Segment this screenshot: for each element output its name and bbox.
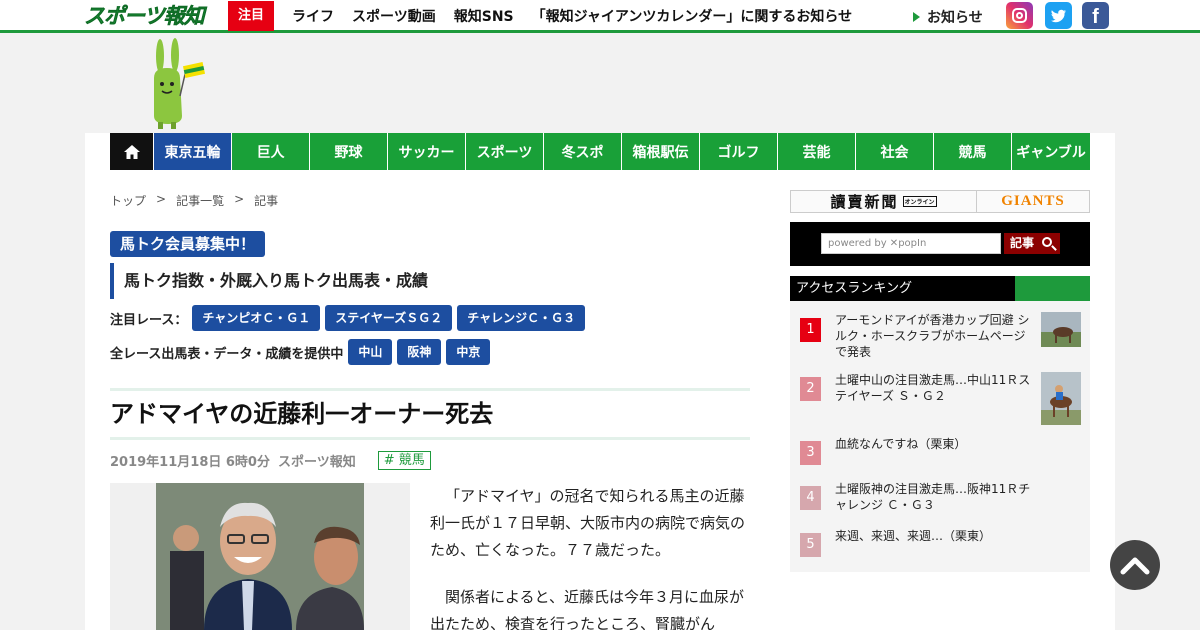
search-button[interactable]: 記事 bbox=[1004, 233, 1060, 254]
breadcrumb: トップ > 記事一覧 > 記事 bbox=[110, 192, 288, 209]
instagram-icon[interactable] bbox=[1006, 2, 1033, 29]
home-icon bbox=[123, 144, 140, 159]
article-paragraph-2: 関係者によると、近藤氏は今年３月に血尿が出たため、検査を行ったところ、腎臓がん bbox=[430, 588, 744, 630]
category-nav: 東京五輪 巨人 野球 サッカー スポーツ 冬スポ 箱根駅伝 ゴルフ 芸能 社会 … bbox=[110, 133, 1090, 170]
ranking-thumbnail bbox=[1041, 372, 1081, 425]
site-logo[interactable]: スポーツ報知 bbox=[84, 2, 208, 30]
home-button[interactable] bbox=[110, 133, 153, 170]
article-search: powered by ✕popIn 記事 bbox=[790, 222, 1090, 266]
ranking-number: 5 bbox=[800, 533, 821, 557]
yomiuri-logo: 讀賣新聞 bbox=[830, 193, 899, 211]
ranking-title: アクセスランキング bbox=[790, 276, 1015, 301]
ranking-number: 1 bbox=[800, 318, 821, 342]
search-input[interactable]: powered by ✕popIn bbox=[821, 233, 1001, 254]
featured-races-row: 注目レース： チャンピオＣ・Ｇ１ ステイヤーズＳＧ２ チャレンジＣ・Ｇ３ bbox=[110, 305, 590, 331]
notice-label: お知らせ bbox=[927, 10, 983, 26]
top-bar: スポーツ報知 注目 ライフ スポーツ動画 報知SNS 「報知ジャイアンツカレンダ… bbox=[0, 0, 1200, 33]
ranking-title-text: 血統なんですね（栗東） bbox=[835, 437, 967, 451]
ranking-number: 2 bbox=[800, 377, 821, 401]
breadcrumb-current: 記事 bbox=[254, 194, 279, 208]
category-olympics[interactable]: 東京五輪 bbox=[153, 133, 231, 170]
track-hanshin[interactable]: 阪神 bbox=[397, 339, 442, 365]
notice-link[interactable]: お知らせ bbox=[913, 7, 983, 27]
search-icon bbox=[1042, 237, 1052, 247]
article-paragraph-1: 「アドマイヤ」の冠名で知られる馬主の近藤利一氏が１７日早朝、大阪市内の病院で病気… bbox=[430, 487, 746, 559]
category-soccer[interactable]: サッカー bbox=[387, 133, 465, 170]
article-title: アドマイヤの近藤利一オーナー死去 bbox=[110, 400, 494, 428]
category-winter-sports[interactable]: 冬スポ bbox=[543, 133, 621, 170]
search-button-label: 記事 bbox=[1010, 236, 1035, 250]
article-photo-frame bbox=[110, 483, 410, 630]
featured-races-label: 注目レース： bbox=[110, 312, 188, 328]
giants-logo: GIANTS bbox=[1001, 193, 1065, 209]
ranking-number: 3 bbox=[800, 441, 821, 465]
top-nav-calendar-notice[interactable]: 「報知ジャイアンツカレンダー」に関するお知らせ bbox=[532, 6, 852, 26]
all-races-label: 全レース出馬表・データ・成績を提供中 bbox=[110, 346, 344, 362]
breadcrumb-separator: > bbox=[234, 192, 245, 206]
category-gambling[interactable]: ギャンブル bbox=[1011, 133, 1090, 170]
article-photo[interactable] bbox=[156, 483, 364, 630]
facebook-icon[interactable]: f bbox=[1082, 2, 1109, 29]
scroll-to-top-button[interactable] bbox=[1110, 540, 1160, 590]
ranking-header-accent bbox=[1015, 276, 1090, 301]
ranking-title-text: アーモンドアイが香港カップ回避 シルク・ホースクラブがホームページで発表 bbox=[835, 313, 1030, 359]
yomiuri-banner: 讀賣新聞 オンライン GIANTS bbox=[790, 190, 1090, 213]
category-giants[interactable]: 巨人 bbox=[231, 133, 309, 170]
track-nakayama[interactable]: 中山 bbox=[348, 339, 393, 365]
article-headline-box: アドマイヤの近藤利一オーナー死去 bbox=[110, 388, 750, 440]
category-hakone-ekiden[interactable]: 箱根駅伝 bbox=[621, 133, 699, 170]
article-date: 2019年11月18日 6時0分 bbox=[110, 455, 270, 470]
triangle-right-icon bbox=[913, 12, 920, 22]
category-sports[interactable]: スポーツ bbox=[465, 133, 543, 170]
article-meta: 2019年11月18日 6時0分 スポーツ報知 # 競馬 bbox=[110, 451, 431, 470]
ranking-thumbnail bbox=[1041, 312, 1081, 347]
yomiuri-online-link[interactable]: 讀賣新聞 オンライン bbox=[791, 191, 977, 212]
tracks-row: 全レース出馬表・データ・成績を提供中 中山 阪神 中京 bbox=[110, 339, 495, 365]
site-logo-text: スポーツ報知 bbox=[84, 4, 205, 29]
article-tag[interactable]: # 競馬 bbox=[377, 451, 431, 470]
giants-link[interactable]: GIANTS bbox=[977, 191, 1089, 212]
category-society[interactable]: 社会 bbox=[855, 133, 933, 170]
category-horse-racing[interactable]: 競馬 bbox=[933, 133, 1011, 170]
breadcrumb-separator: > bbox=[156, 192, 167, 206]
race-challenge-cup[interactable]: チャレンジＣ・Ｇ３ bbox=[457, 305, 586, 331]
race-stayers-stakes[interactable]: ステイヤーズＳＧ２ bbox=[325, 305, 453, 331]
ranking-title-text: 土曜中山の注目激走馬…中山11Ｒステイヤーズ Ｓ・Ｇ２ bbox=[835, 373, 1031, 403]
track-chukyo[interactable]: 中京 bbox=[446, 339, 491, 365]
chevron-up-icon bbox=[1120, 557, 1150, 575]
ranking-title-text: 土曜阪神の注目激走馬…阪神11Ｒチャレンジ Ｃ・Ｇ３ bbox=[835, 482, 1031, 512]
ranking-title-text: 来週、来週、来週…（栗東） bbox=[835, 529, 992, 543]
top-nav: ライフ スポーツ動画 報知SNS 「報知ジャイアンツカレンダー」に関するお知らせ bbox=[292, 0, 870, 32]
top-nav-life[interactable]: ライフ bbox=[292, 6, 334, 26]
breadcrumb-article-list[interactable]: 記事一覧 bbox=[176, 192, 224, 209]
category-baseball[interactable]: 野球 bbox=[309, 133, 387, 170]
mascot-image bbox=[146, 38, 208, 130]
category-entertainment[interactable]: 芸能 bbox=[777, 133, 855, 170]
ranking-header: アクセスランキング bbox=[790, 276, 1090, 301]
ranking-number: 4 bbox=[800, 486, 821, 510]
membership-promo-subtitle[interactable]: 馬トク指数・外厩入り馬トク出馬表・成績 bbox=[110, 263, 428, 299]
twitter-icon[interactable] bbox=[1045, 2, 1072, 29]
top-nav-sns[interactable]: 報知SNS bbox=[454, 6, 514, 26]
category-golf[interactable]: ゴルフ bbox=[699, 133, 777, 170]
hot-badge[interactable]: 注目 bbox=[228, 1, 274, 31]
membership-promo-button[interactable]: 馬トク会員募集中！ bbox=[110, 231, 266, 257]
top-nav-video[interactable]: スポーツ動画 bbox=[352, 6, 436, 26]
yomiuri-online-badge: オンライン bbox=[902, 196, 937, 207]
race-champions-cup[interactable]: チャンピオＣ・Ｇ１ bbox=[192, 305, 321, 331]
article-source: スポーツ報知 bbox=[277, 455, 356, 470]
breadcrumb-top[interactable]: トップ bbox=[110, 192, 146, 209]
